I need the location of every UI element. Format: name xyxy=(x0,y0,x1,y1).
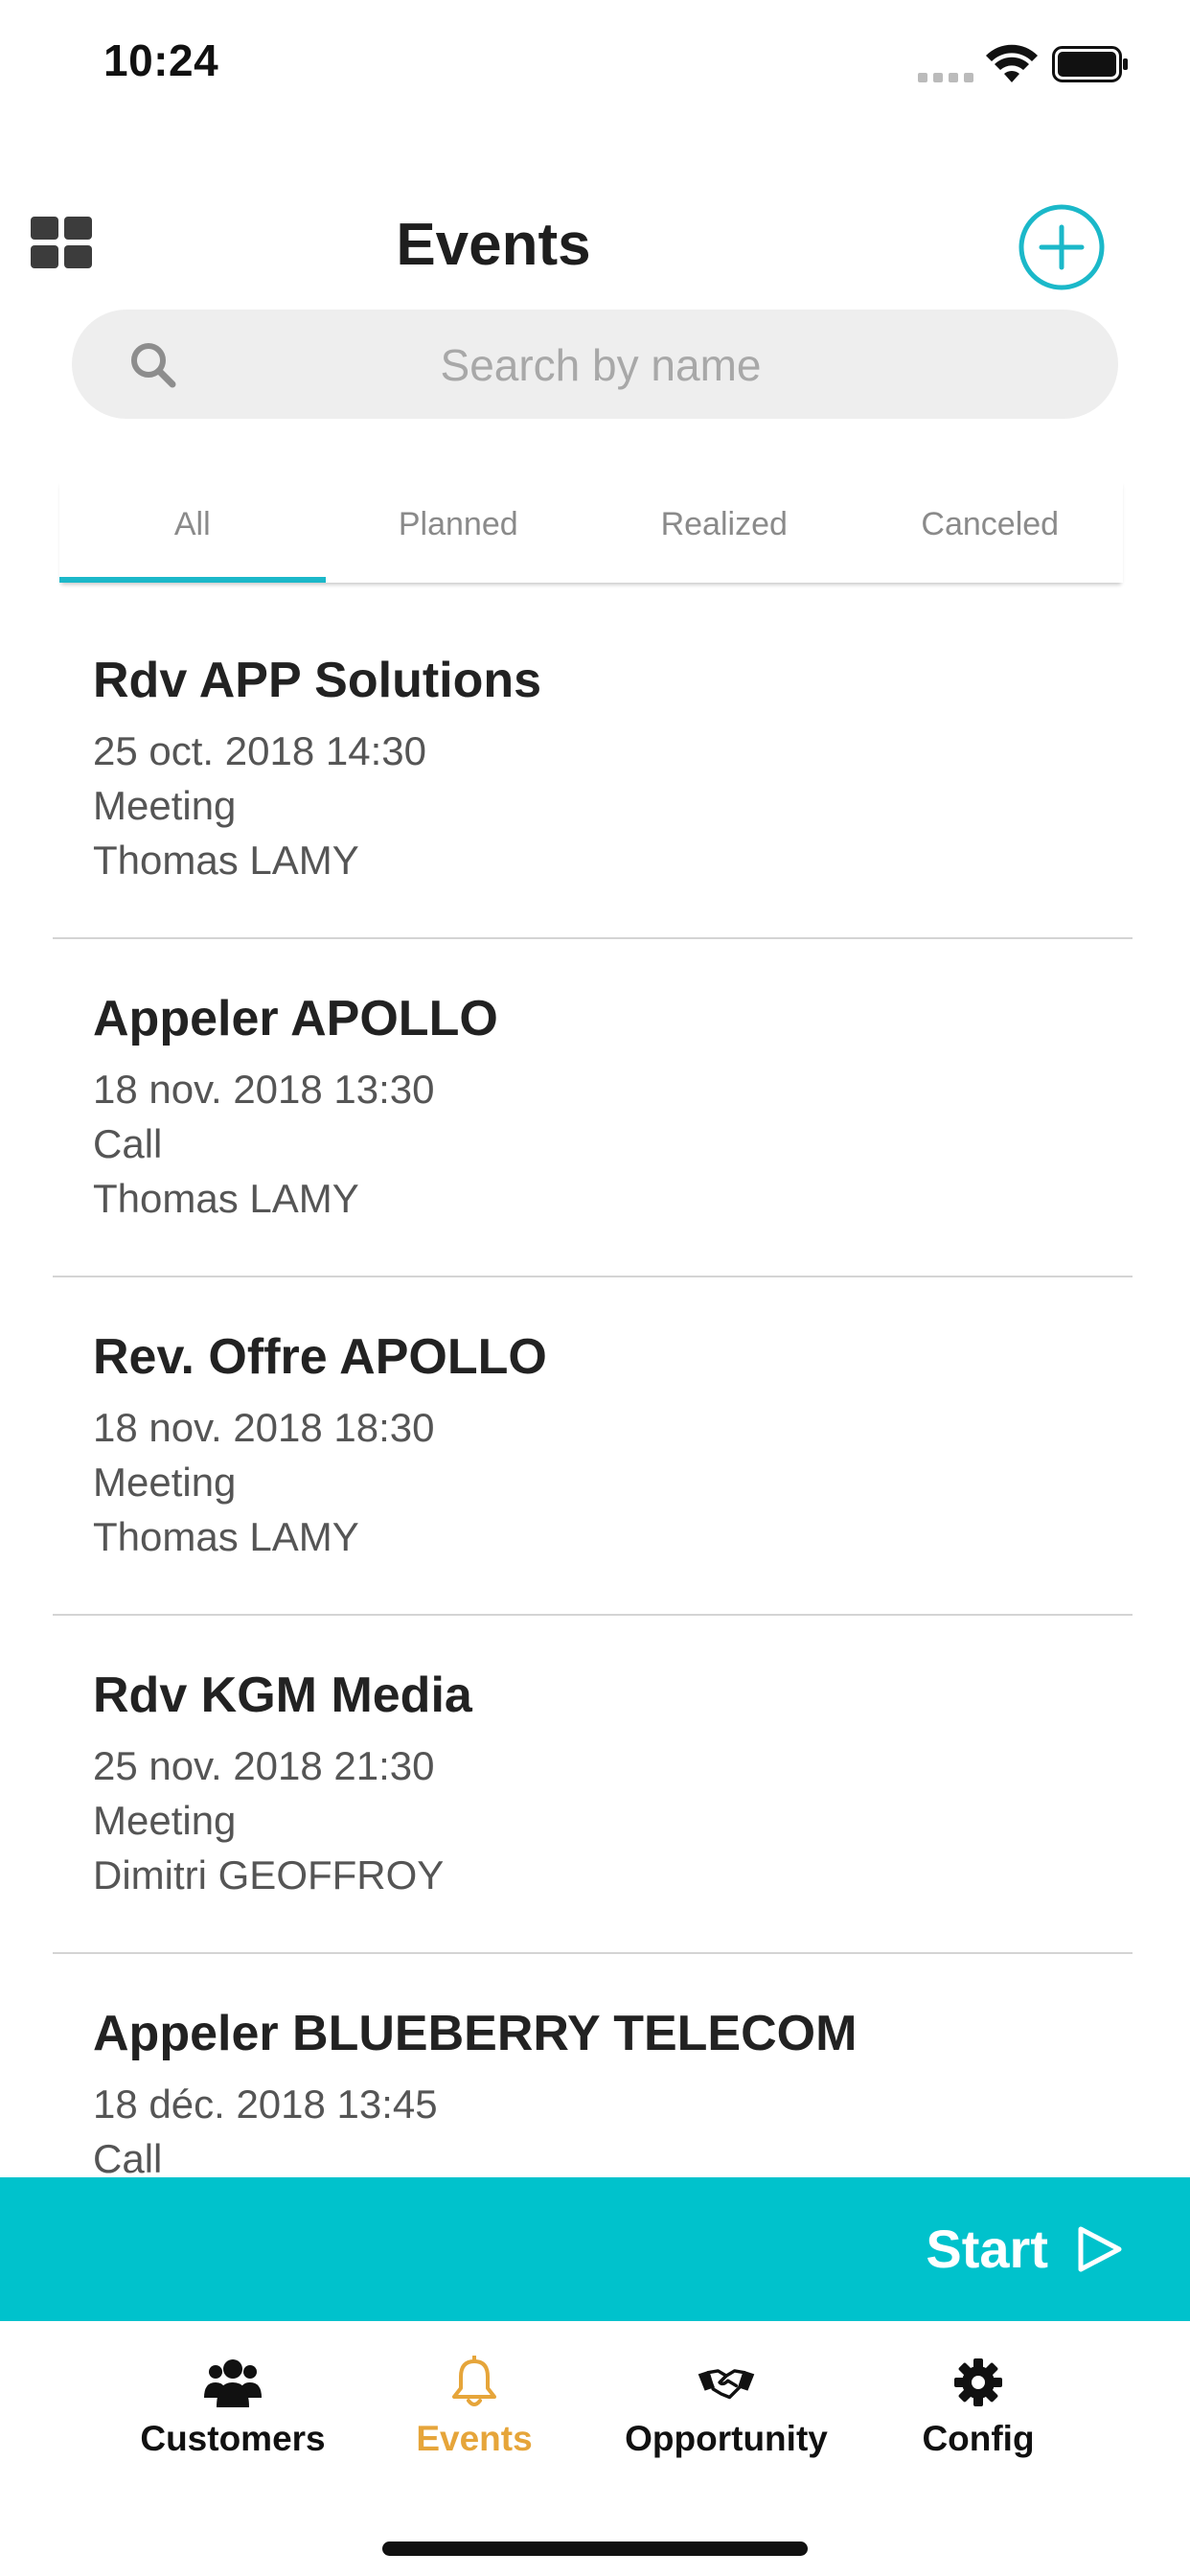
event-item[interactable]: Appeler APOLLO 18 nov. 2018 13:30 Call T… xyxy=(53,937,1133,1277)
event-type: Meeting xyxy=(93,1798,237,1843)
search-bar[interactable] xyxy=(72,310,1118,421)
search-input[interactable] xyxy=(206,310,995,421)
event-item[interactable]: Rdv APP Solutions 25 oct. 2018 14:30 Mee… xyxy=(53,599,1133,939)
bell-icon xyxy=(452,2356,496,2406)
event-datetime: 18 nov. 2018 13:30 xyxy=(93,1067,435,1112)
event-person: Thomas LAMY xyxy=(93,1176,359,1221)
event-datetime: 25 oct. 2018 14:30 xyxy=(93,728,426,773)
status-time: 10:24 xyxy=(103,35,219,85)
home-indicator xyxy=(382,2542,808,2556)
event-title: Rev. Offre APOLLO xyxy=(93,1329,547,1385)
event-title: Rdv KGM Media xyxy=(93,1668,472,1723)
event-type: Meeting xyxy=(93,1460,237,1505)
nav-item-events[interactable]: Events xyxy=(350,2356,599,2480)
nav-item-opportunity[interactable]: Opportunity xyxy=(602,2356,851,2480)
event-type: Call xyxy=(93,2136,163,2177)
nav-label: Customers xyxy=(140,2419,326,2458)
event-title: Rdv APP Solutions xyxy=(93,653,542,708)
nav-label: Opportunity xyxy=(625,2419,828,2458)
handshake-icon xyxy=(698,2369,755,2400)
start-button[interactable]: Start xyxy=(0,2177,1190,2321)
events-list[interactable]: Rdv APP Solutions 25 oct. 2018 14:30 Mee… xyxy=(0,599,1190,2177)
event-item[interactable]: Rev. Offre APOLLO 18 nov. 2018 18:30 Mee… xyxy=(53,1276,1133,1616)
gear-icon xyxy=(954,2358,1002,2406)
search-icon xyxy=(131,343,176,388)
users-icon xyxy=(204,2359,262,2407)
battery-icon xyxy=(1052,46,1128,82)
event-title: Appeler APOLLO xyxy=(93,991,498,1046)
event-item[interactable]: Rdv KGM Media 25 nov. 2018 21:30 Meeting… xyxy=(53,1614,1133,1954)
tab-realized[interactable]: Realized xyxy=(591,479,858,583)
event-person: Thomas LAMY xyxy=(93,838,359,883)
start-label: Start xyxy=(926,2219,1048,2279)
event-datetime: 18 déc. 2018 13:45 xyxy=(93,2082,438,2127)
tab-canceled[interactable]: Canceled xyxy=(858,479,1124,583)
filter-tabs: All Planned Realized Canceled xyxy=(59,479,1123,583)
event-type: Meeting xyxy=(93,783,237,828)
add-circle-icon[interactable] xyxy=(1018,203,1106,291)
nav-item-config[interactable]: Config xyxy=(854,2356,1103,2480)
event-type: Call xyxy=(93,1121,163,1166)
nav-label: Config xyxy=(922,2419,1035,2458)
event-person: Thomas LAMY xyxy=(93,1514,359,1559)
nav-label: Events xyxy=(416,2419,533,2458)
play-icon xyxy=(1078,2226,1122,2272)
bottom-nav: Customers Events Opportunity Config xyxy=(0,2321,1190,2576)
event-datetime: 25 nov. 2018 21:30 xyxy=(93,1743,435,1788)
nav-item-customers[interactable]: Customers xyxy=(108,2356,357,2480)
status-bar: 10:24 xyxy=(0,0,1190,134)
event-datetime: 18 nov. 2018 18:30 xyxy=(93,1405,435,1450)
cellular-signal-icon xyxy=(918,73,973,82)
tab-all[interactable]: All xyxy=(59,479,326,583)
page-title: Events xyxy=(396,212,591,278)
tab-planned[interactable]: Planned xyxy=(326,479,592,583)
event-person: Dimitri GEOFFROY xyxy=(93,1852,445,1898)
event-item[interactable]: Appeler BLUEBERRY TELECOM 18 déc. 2018 1… xyxy=(53,1952,1133,2177)
event-title: Appeler BLUEBERRY TELECOM xyxy=(93,2006,858,2061)
wifi-icon xyxy=(986,44,1038,82)
